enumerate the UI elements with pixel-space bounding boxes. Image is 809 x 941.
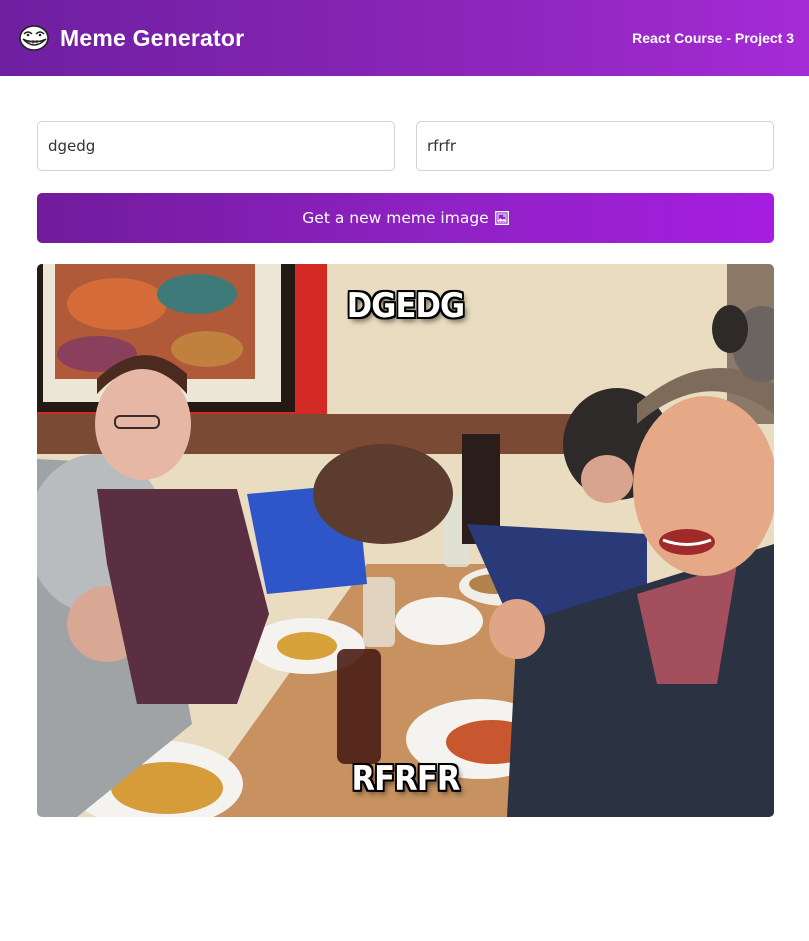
troll-face-icon (19, 25, 49, 51)
get-new-image-label: Get a new meme image (302, 209, 489, 227)
text-inputs (37, 121, 774, 171)
get-new-image-button[interactable]: Get a new meme image (37, 193, 774, 243)
meme-top-text: DGEDG (346, 286, 465, 326)
framed-picture-icon (494, 211, 509, 225)
course-label: React Course - Project 3 (632, 30, 794, 46)
app-header: Meme Generator React Course - Project 3 (0, 0, 809, 76)
meme-form: Get a new meme image (37, 121, 774, 243)
meme-bottom-text: RFRFR (351, 759, 461, 799)
bottom-text-input[interactable] (416, 121, 774, 171)
brand: Meme Generator (18, 24, 244, 52)
top-text-input[interactable] (37, 121, 395, 171)
app-title: Meme Generator (60, 24, 245, 51)
meme-image (37, 264, 774, 817)
meme-preview: DGEDG RFRFR (37, 264, 774, 817)
